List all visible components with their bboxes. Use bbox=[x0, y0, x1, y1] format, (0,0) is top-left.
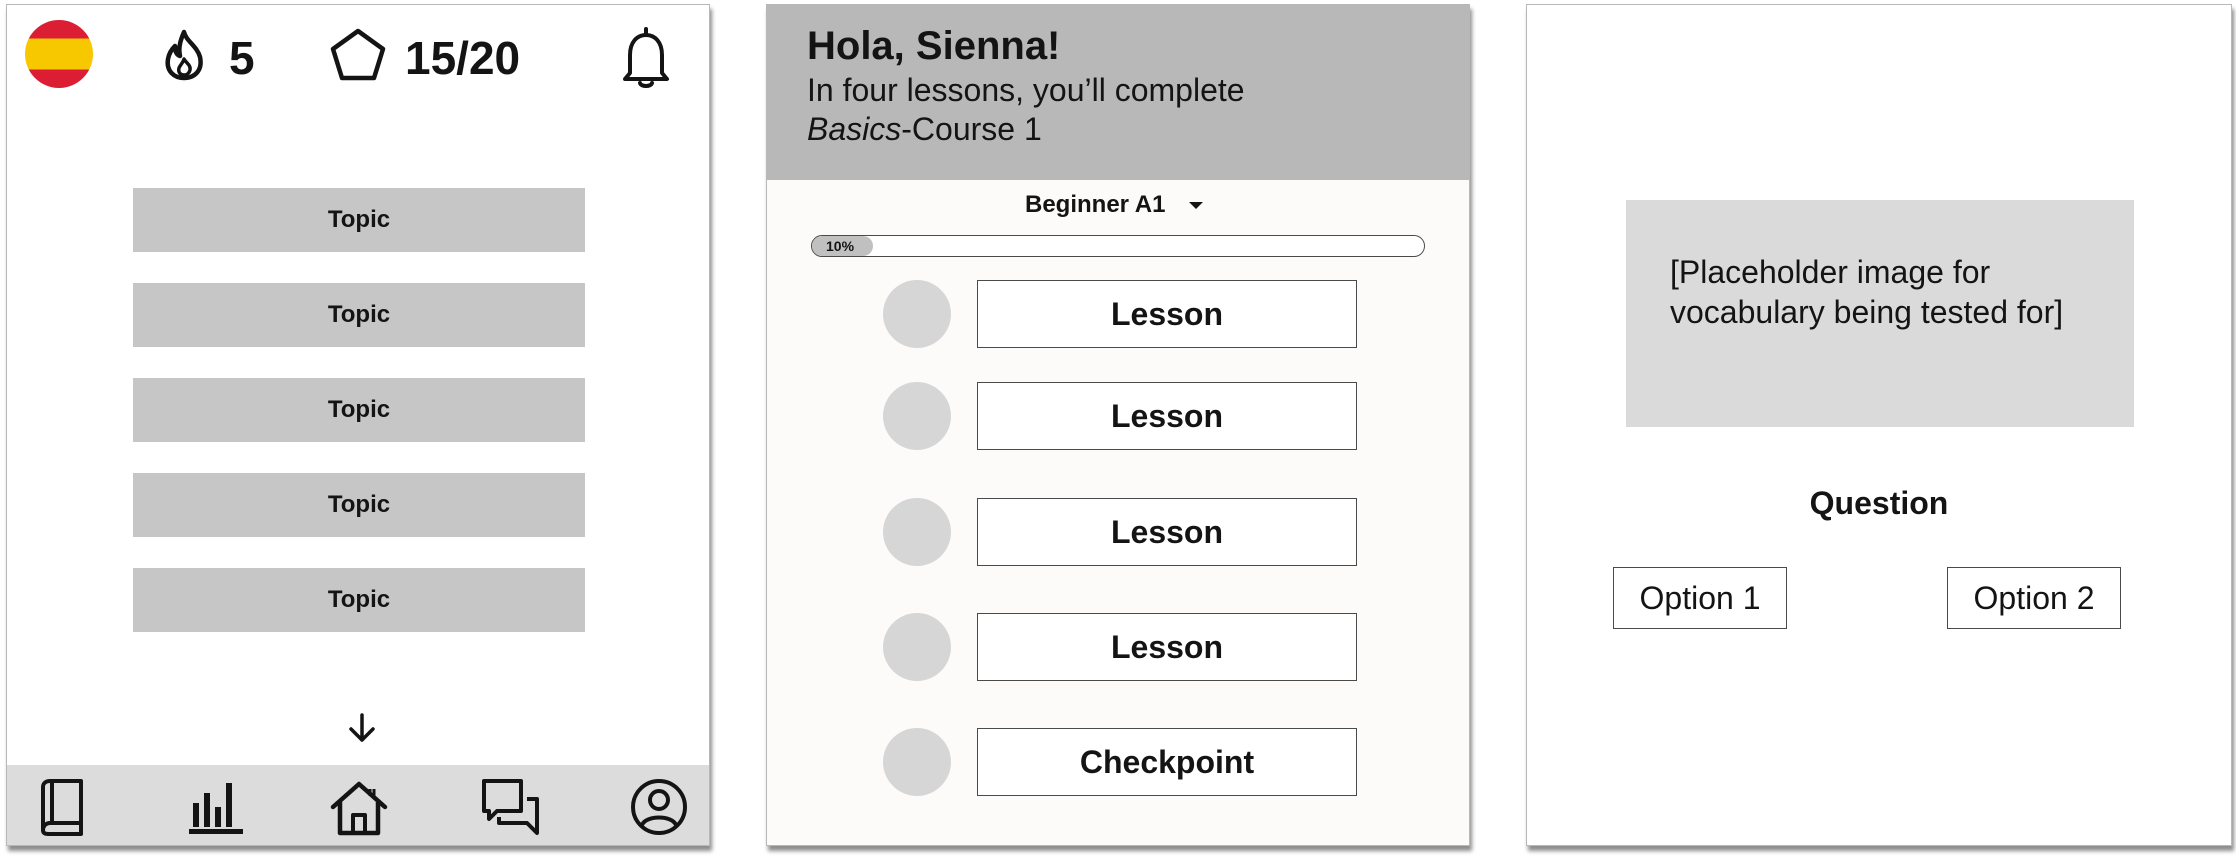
lesson-button[interactable]: Lesson bbox=[977, 613, 1357, 681]
option-2-button[interactable]: Option 2 bbox=[1947, 567, 2121, 629]
intro-line: In four lessons, you’ll complete bbox=[807, 72, 1245, 108]
lesson-status-dot bbox=[883, 728, 951, 796]
lesson-status-dot bbox=[883, 498, 951, 566]
option-1-button[interactable]: Option 1 bbox=[1613, 567, 1787, 629]
level-label: Beginner A1 bbox=[1025, 191, 1166, 218]
course-suffix: -Course 1 bbox=[901, 111, 1042, 148]
lesson-button[interactable]: Lesson bbox=[977, 280, 1357, 348]
book-icon[interactable] bbox=[31, 777, 91, 837]
quiz-screen: [Placeholder image for vocabulary being … bbox=[1526, 4, 2232, 846]
course-screen: Hola, Sienna! In four lessons, you’ll co… bbox=[766, 4, 1470, 846]
question-text: Question bbox=[1809, 485, 1949, 521]
chat-icon[interactable] bbox=[481, 777, 541, 837]
gem-count: 15/20 bbox=[405, 32, 521, 84]
lesson-status-dot bbox=[883, 613, 951, 681]
pentagon-icon bbox=[330, 28, 386, 81]
home-screen: 5 15/20 Topic Topic Topic Topic Topic bbox=[6, 4, 710, 846]
progress-fill: 10% bbox=[812, 236, 874, 256]
lesson-button[interactable]: Lesson bbox=[977, 498, 1357, 566]
course-intro: In four lessons, you’ll complete Basics-… bbox=[807, 71, 1245, 149]
progress-label: 10% bbox=[826, 238, 855, 254]
course-name: Basics bbox=[807, 111, 902, 148]
level-dropdown[interactable]: Beginner A1 bbox=[1025, 191, 1204, 219]
bell-icon[interactable] bbox=[621, 25, 671, 89]
image-placeholder-text: [Placeholder image for vocabulary being … bbox=[1670, 254, 2064, 330]
course-header: Hola, Sienna! In four lessons, you’ll co… bbox=[767, 5, 1469, 180]
checkpoint-button[interactable]: Checkpoint bbox=[977, 728, 1357, 796]
streak-count: 5 bbox=[229, 32, 255, 84]
topic-button[interactable]: Topic bbox=[133, 188, 585, 252]
vocabulary-image-placeholder: [Placeholder image for vocabulary being … bbox=[1626, 200, 2134, 427]
home-icon[interactable] bbox=[329, 777, 389, 837]
spain-flag-icon[interactable] bbox=[25, 20, 93, 88]
lesson-status-dot bbox=[883, 280, 951, 348]
profile-icon[interactable] bbox=[629, 777, 689, 837]
topic-button[interactable]: Topic bbox=[133, 283, 585, 347]
greeting-title: Hola, Sienna! bbox=[807, 24, 1061, 68]
lesson-button[interactable]: Lesson bbox=[977, 382, 1357, 450]
flame-icon bbox=[165, 29, 203, 81]
topic-button[interactable]: Topic bbox=[133, 568, 585, 632]
bottom-nav bbox=[7, 765, 709, 845]
course-progress-bar: 10% bbox=[811, 235, 1425, 257]
topic-button[interactable]: Topic bbox=[133, 378, 585, 442]
arrow-down-icon[interactable] bbox=[345, 711, 379, 745]
topic-button[interactable]: Topic bbox=[133, 473, 585, 537]
bar-chart-icon[interactable] bbox=[185, 777, 245, 837]
chevron-down-icon bbox=[1189, 201, 1204, 209]
lesson-status-dot bbox=[883, 382, 951, 450]
